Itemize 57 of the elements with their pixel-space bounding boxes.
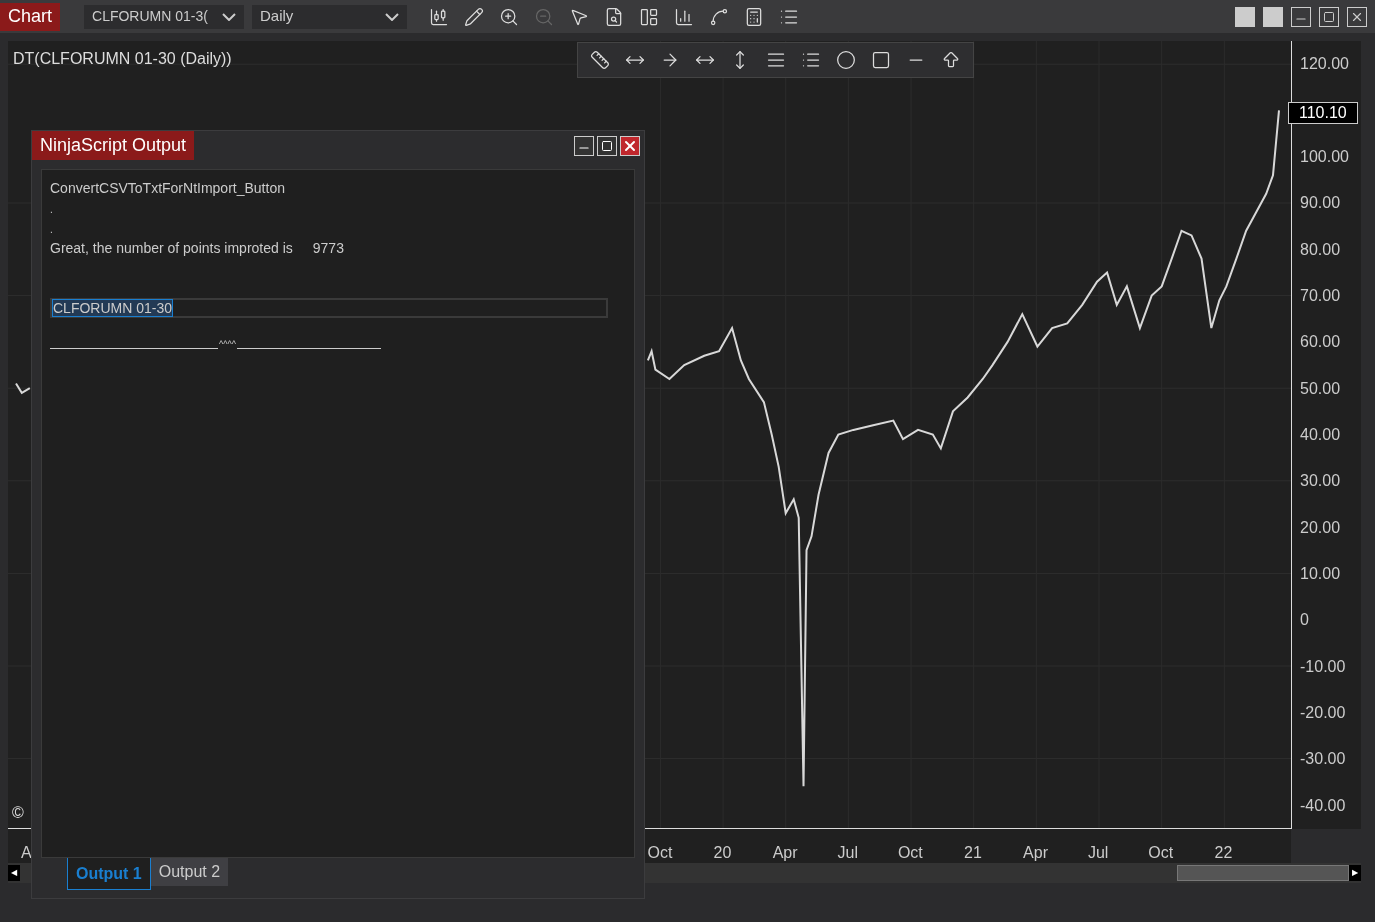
close-icon[interactable] [620, 135, 640, 156]
minimize-icon[interactable] [1291, 6, 1311, 27]
price-label: 30.00 [1300, 473, 1341, 490]
close-icon[interactable] [1347, 6, 1367, 27]
separator-marks: ^^^^ [218, 340, 237, 349]
price-label: -40.00 [1300, 797, 1346, 814]
time-label: Oct [1148, 843, 1174, 863]
time-label: 21 [964, 843, 982, 863]
time-label: Jul [1087, 843, 1109, 863]
output-line: . [50, 203, 53, 217]
instrument-input-field[interactable]: CLFORUMN 01-30 [50, 298, 608, 318]
time-label: A [21, 843, 32, 863]
time-label: Oct [897, 843, 923, 863]
price-label: 80.00 [1300, 241, 1341, 258]
price-label: -10.00 [1300, 658, 1346, 675]
output-window-title: NinjaScript Output [32, 131, 195, 160]
scroll-right-icon[interactable]: ▶ [1349, 865, 1361, 881]
window-control-icon[interactable] [1235, 6, 1255, 27]
price-label: 20.00 [1300, 519, 1341, 536]
time-label: Apr [772, 843, 798, 863]
minimize-icon[interactable] [574, 135, 594, 156]
output-value: 9773 [312, 239, 344, 258]
scrollbar-thumb[interactable] [1177, 865, 1349, 881]
copyright-text: © [12, 803, 24, 823]
price-label: 70.00 [1300, 287, 1341, 304]
price-label: 50.00 [1300, 380, 1341, 397]
price-label: 40.00 [1300, 427, 1341, 443]
instrument-dropdown[interactable]: CLFORUMN 01-3( [84, 4, 244, 29]
price-label: -30.00 [1300, 751, 1346, 768]
chart-title-tab[interactable]: Chart [0, 2, 60, 31]
interval-dropdown[interactable]: Daily [252, 4, 407, 29]
price-label: -20.00 [1300, 705, 1346, 722]
output-line: ConvertCSVToTxtForNtImport_Button [50, 179, 285, 198]
price-label: 10.00 [1300, 566, 1341, 583]
last-price-marker: 110.10 [1288, 102, 1358, 124]
chevron-down-icon [385, 12, 399, 21]
output-tab[interactable]: Output 1 [67, 858, 151, 890]
scroll-left-icon[interactable]: ◀ [8, 865, 20, 881]
maximize-icon[interactable] [597, 135, 617, 156]
time-label: 22 [1214, 843, 1233, 863]
maximize-icon[interactable] [1319, 6, 1339, 27]
price-label: 0 [1300, 612, 1309, 629]
window-control-icon[interactable] [1263, 6, 1283, 27]
chevron-down-icon [222, 12, 236, 21]
time-label: Apr [1023, 843, 1048, 863]
price-label: 90.00 [1300, 195, 1341, 212]
price-label: 100.00 [1300, 148, 1349, 165]
chart-title: DT(CLFORUMN 01-30 (Daily)) [13, 49, 232, 69]
price-label: 60.00 [1300, 334, 1341, 351]
output-line: . [50, 223, 53, 237]
time-label: Jul [837, 843, 858, 863]
time-label: 20 [713, 843, 732, 863]
time-label: Oct [647, 843, 673, 863]
output-line: Great, the number of points improted is [50, 239, 293, 258]
price-label: 120.00 [1300, 56, 1349, 73]
selected-text: CLFORUMN 01-30 [52, 299, 174, 317]
output-tab[interactable]: Output 2 [150, 858, 229, 886]
